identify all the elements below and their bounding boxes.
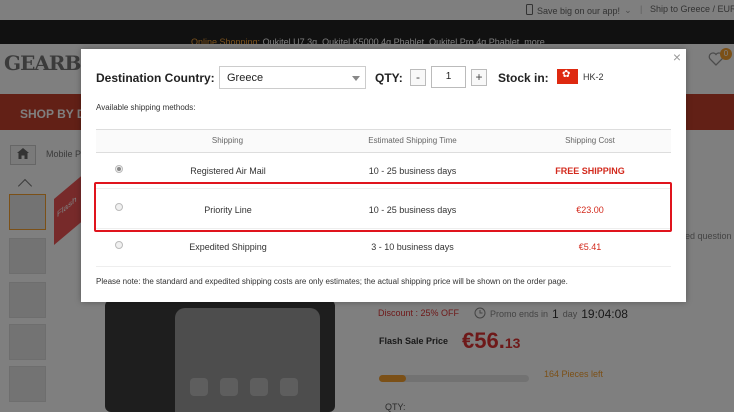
warehouse-code: HK-2 — [583, 72, 604, 82]
shipping-time: 10 - 25 business days — [368, 205, 457, 215]
qty-input[interactable]: 1 — [431, 66, 466, 88]
qty-label: QTY: — [375, 71, 403, 85]
shipping-method-name: Priority Line — [204, 205, 252, 215]
shipping-method-name: Expedited Shipping — [189, 242, 267, 252]
shipping-cost: €23.00 — [576, 205, 604, 215]
shipping-radio-expedited[interactable] — [115, 241, 123, 249]
shipping-note: Please note: the standard and expedited … — [96, 277, 568, 286]
column-header-shipping: Shipping — [211, 136, 244, 145]
column-header-time: Estimated Shipping Time — [368, 136, 457, 145]
destination-country-select[interactable]: Greece — [219, 66, 366, 89]
shipping-radio-priority-line[interactable] — [115, 203, 123, 211]
available-shipping-label: Available shipping methods: — [96, 103, 196, 112]
column-header-cost: Shipping Cost — [565, 136, 615, 145]
shipping-cost: €5.41 — [578, 242, 602, 252]
destination-country-value: Greece — [227, 72, 264, 84]
close-icon[interactable]: × — [670, 50, 684, 64]
shipping-time: 3 - 10 business days — [371, 242, 454, 252]
row-divider — [96, 266, 671, 267]
shipping-radio-registered-air-mail[interactable] — [115, 165, 123, 173]
row-divider — [96, 188, 671, 189]
destination-country-label: Destination Country: — [96, 71, 215, 85]
shipping-method-name: Registered Air Mail — [190, 166, 266, 176]
hong-kong-flag-icon — [557, 69, 578, 84]
shipping-cost: FREE SHIPPING — [555, 166, 625, 176]
qty-decrease-button[interactable]: - — [410, 69, 426, 86]
shipping-time: 10 - 25 business days — [368, 166, 457, 176]
qty-increase-button[interactable]: + — [471, 69, 487, 86]
row-divider — [96, 228, 671, 229]
chevron-down-icon — [352, 76, 360, 81]
stock-in-label: Stock in: — [498, 71, 549, 85]
